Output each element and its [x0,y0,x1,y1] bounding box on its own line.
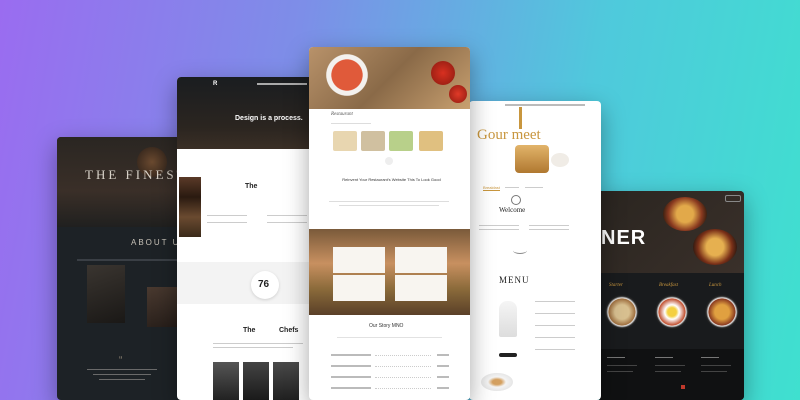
screenshot-gourmet-restaurant: Gour meet Breakfast Welcome MENU [469,101,601,400]
dish-lunch[interactable] [705,295,739,329]
screenshot-dark-restaurant: THE FINEST ABOUT US “ [57,137,197,400]
burger-image-2 [693,229,737,265]
stats-band [177,262,317,304]
site-logo[interactable]: Gour meet [477,127,541,144]
section-title: The [245,183,258,190]
hero-title: THE FINEST [85,167,188,182]
screenshot-food-restaurant: Restaurant Reinvent Your Restaurant's We… [309,47,470,400]
site-logo[interactable]: R [213,81,217,87]
nav-menu[interactable] [257,83,307,85]
chefs-title-right: Chefs [279,327,299,334]
stat-number: 76 [258,279,270,290]
category-lunch[interactable]: Lunch [709,283,722,288]
site-logo[interactable]: Restaurant [331,112,353,117]
headline: Reinvent Your Restaurant's Website This … [342,177,441,182]
menu-thumb[interactable] [333,131,357,151]
tomatoes-image [431,61,455,85]
tomatoes-image-2 [449,85,467,103]
menu-thumb[interactable] [419,131,443,151]
honey-dipper-icon [519,107,522,129]
special-card[interactable] [395,247,447,273]
category-breakfast[interactable]: Breakfast [659,283,678,288]
nav-menu[interactable] [505,104,585,106]
chef-photo [273,362,299,400]
soup-bowl-image [321,53,373,97]
interior-photo [87,265,125,323]
detail-photo [147,287,181,327]
chef-photo [213,362,239,400]
chef-photo [243,362,269,400]
divider-icon [385,157,393,165]
signature [513,247,527,254]
dish-starter[interactable] [605,295,639,329]
screenshot-minimal-restaurant: R Design is a process. The 76 The Chefs [177,77,317,400]
story-title: Our Story MNO [369,323,404,329]
menu-thumb[interactable] [361,131,385,151]
pancakes-image [515,145,549,173]
food-icon [511,195,521,205]
hero-text: NER [601,227,647,249]
cup-image [551,153,569,167]
menu-title: MENU [499,275,530,285]
special-card[interactable] [333,247,385,273]
burger-image [663,197,707,231]
menu-button[interactable] [499,353,517,357]
tab-breakfast[interactable]: Breakfast [483,185,500,191]
special-card[interactable] [333,275,385,301]
welcome-title: Welcome [499,206,526,214]
special-card[interactable] [395,275,447,301]
social-icon[interactable] [681,385,685,389]
nav-button[interactable] [725,195,741,202]
dish-image [481,373,513,391]
chefs-title-left: The [243,327,256,334]
category-starter[interactable]: Starter [609,283,623,288]
menu-thumb[interactable] [389,131,413,151]
dish-breakfast[interactable] [655,295,689,329]
gallery-strip [179,177,201,237]
hero-image [177,77,317,149]
screenshot-burger-restaurant: NER Starter Breakfast Lunch [597,191,744,400]
hero-heading: Design is a process. [235,115,303,122]
quote-mark: “ [119,355,123,366]
chef-image [499,301,517,337]
